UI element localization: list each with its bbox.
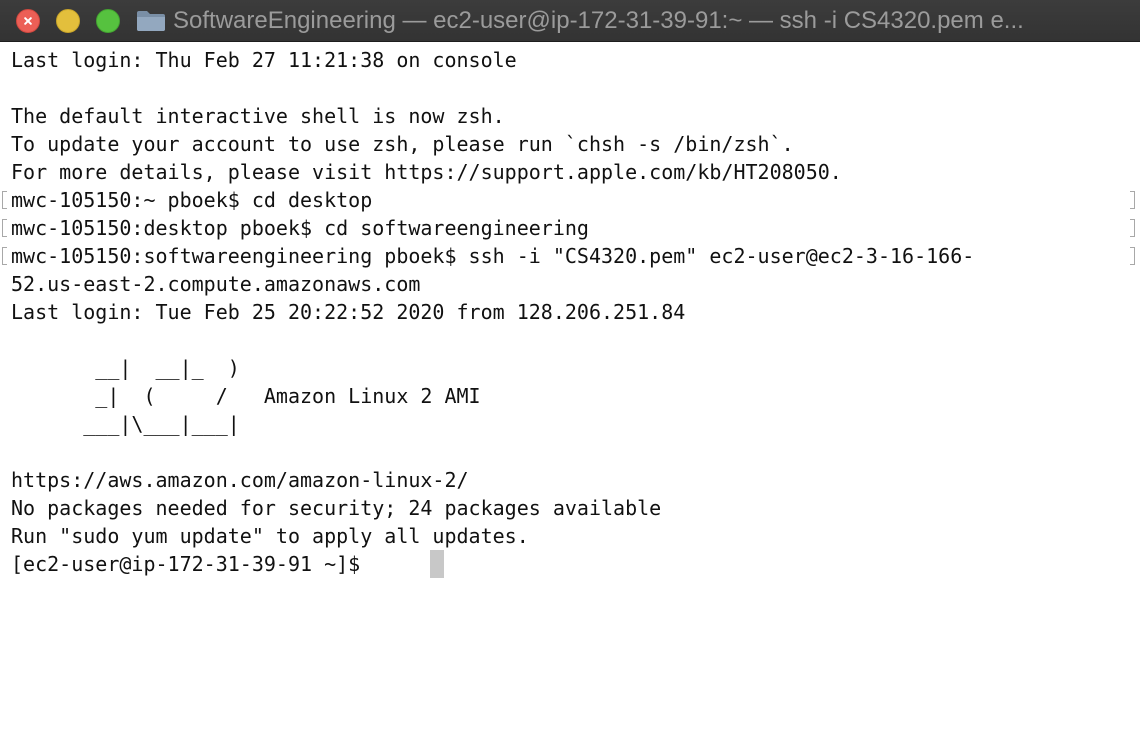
text-cursor xyxy=(430,550,444,578)
terminal-line: Run "sudo yum update" to apply all updat… xyxy=(11,524,529,548)
terminal-content[interactable]: Last login: Thu Feb 27 11:21:38 on conso… xyxy=(0,42,1140,730)
shell-prompt: [ec2-user@ip-172-31-39-91 ~]$ xyxy=(11,552,373,576)
terminal-line: No packages needed for security; 24 pack… xyxy=(11,496,662,520)
terminal-line: Last login: Thu Feb 27 11:21:38 on conso… xyxy=(11,48,517,72)
terminal-line: 52.us-east-2.compute.amazonaws.com xyxy=(11,272,421,296)
terminal-line: mwc-105150:~ pboek$ cd desktop xyxy=(11,188,373,212)
terminal-line: mwc-105150:desktop pboek$ cd softwareeng… xyxy=(11,216,589,240)
terminal-line: Last login: Tue Feb 25 20:22:52 2020 fro… xyxy=(11,300,686,324)
terminal-line: The default interactive shell is now zsh… xyxy=(11,104,505,128)
ascii-art-line: _| ( / Amazon Linux 2 AMI xyxy=(11,384,481,408)
close-button[interactable] xyxy=(16,9,40,33)
terminal-line: mwc-105150:softwareengineering pboek$ ss… xyxy=(11,244,975,268)
mark-left xyxy=(2,219,7,237)
title-bar[interactable]: SoftwareEngineering — ec2-user@ip-172-31… xyxy=(0,0,1140,42)
terminal-line: https://aws.amazon.com/amazon-linux-2/ xyxy=(11,468,469,492)
mark-left xyxy=(2,247,7,265)
terminal-line: To update your account to use zsh, pleas… xyxy=(11,132,794,156)
mark-right xyxy=(1130,219,1135,237)
mark-left xyxy=(2,191,7,209)
window-title: SoftwareEngineering — ec2-user@ip-172-31… xyxy=(173,7,1024,34)
ascii-art-line: ___|\___|___| xyxy=(11,412,240,436)
zoom-button[interactable] xyxy=(96,9,120,33)
mark-right xyxy=(1130,191,1135,209)
folder-icon xyxy=(137,11,165,31)
minimize-button[interactable] xyxy=(56,9,80,33)
terminal-line: For more details, please visit https://s… xyxy=(11,160,842,184)
terminal-window: SoftwareEngineering — ec2-user@ip-172-31… xyxy=(0,0,1140,730)
ascii-art-line: __| __|_ ) xyxy=(11,356,240,380)
mark-right xyxy=(1130,247,1135,265)
